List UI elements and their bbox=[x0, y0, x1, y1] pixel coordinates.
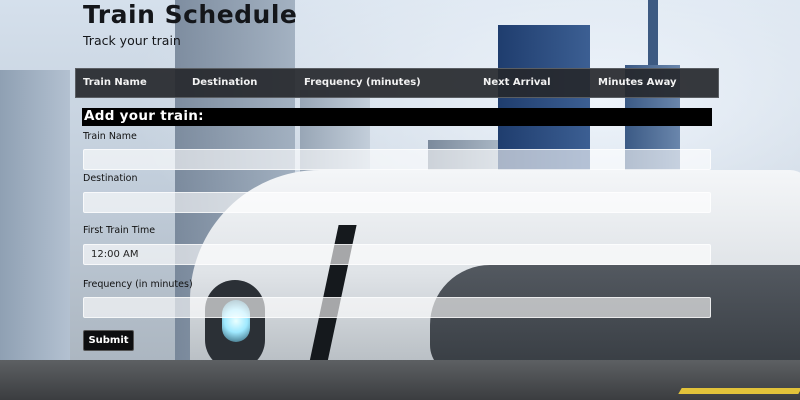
column-header-train-name: Train Name bbox=[83, 77, 147, 88]
column-header-frequency: Frequency (minutes) bbox=[304, 77, 421, 88]
column-header-next-arrival: Next Arrival bbox=[483, 77, 551, 88]
page-subtitle: Track your train bbox=[83, 33, 181, 48]
page-title: Train Schedule bbox=[83, 0, 298, 29]
frequency-label: Frequency (in minutes) bbox=[83, 279, 193, 290]
frequency-input[interactable] bbox=[83, 297, 711, 318]
form-title: Add your train: bbox=[84, 108, 204, 124]
train-name-label: Train Name bbox=[83, 131, 137, 142]
train-name-input[interactable] bbox=[83, 149, 711, 170]
first-train-time-input[interactable] bbox=[83, 244, 711, 265]
add-train-form-header: Add your train: bbox=[82, 108, 712, 126]
submit-button[interactable]: Submit bbox=[83, 330, 134, 351]
column-header-minutes-away: Minutes Away bbox=[598, 77, 677, 88]
first-train-time-label: First Train Time bbox=[83, 225, 156, 236]
destination-input[interactable] bbox=[83, 192, 711, 213]
column-header-destination: Destination bbox=[192, 77, 258, 88]
page-content: Train Schedule Track your train Train Na… bbox=[0, 0, 800, 400]
destination-label: Destination bbox=[83, 173, 138, 184]
schedule-table-header: Train Name Destination Frequency (minute… bbox=[75, 68, 719, 98]
